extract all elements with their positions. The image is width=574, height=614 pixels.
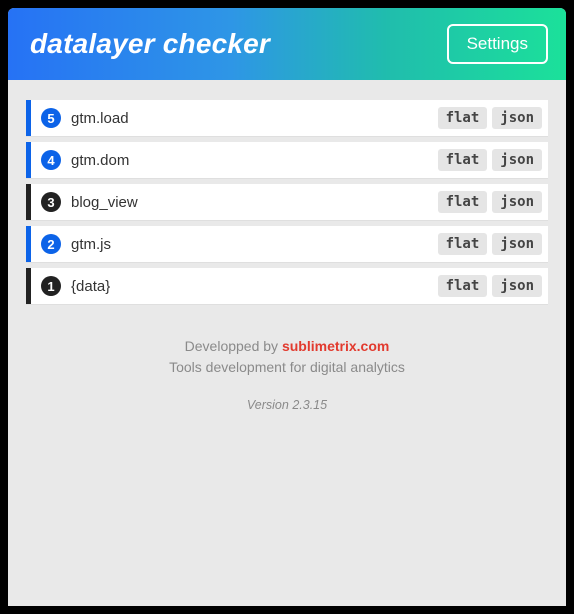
json-button[interactable]: json xyxy=(492,191,542,213)
dev-link[interactable]: sublimetrix.com xyxy=(282,338,389,354)
event-list: 5gtm.loadflatjson4gtm.domflatjson3blog_v… xyxy=(8,80,566,318)
footer: Developped by sublimetrix.com Tools deve… xyxy=(8,318,566,415)
header: datalayer checker Settings xyxy=(8,8,566,80)
flat-button[interactable]: flat xyxy=(438,149,488,171)
flat-button[interactable]: flat xyxy=(438,107,488,129)
json-button[interactable]: json xyxy=(492,275,542,297)
list-item[interactable]: 5 gtm.loadflatjson xyxy=(26,100,548,136)
list-item[interactable]: 2 gtm.jsflatjson xyxy=(26,226,548,262)
view-buttons: flatjson xyxy=(438,275,542,297)
view-buttons: flatjson xyxy=(438,107,542,129)
json-button[interactable]: json xyxy=(492,233,542,255)
index-badge: 5 xyxy=(41,108,61,128)
settings-button[interactable]: Settings xyxy=(447,24,548,64)
event-name: gtm.dom xyxy=(71,152,438,169)
index-badge: 3 xyxy=(41,192,61,212)
event-name: gtm.js xyxy=(71,236,438,253)
app-window: datalayer checker Settings 5gtm.loadflat… xyxy=(8,8,566,606)
view-buttons: flatjson xyxy=(438,149,542,171)
view-buttons: flatjson xyxy=(438,191,542,213)
json-button[interactable]: json xyxy=(492,149,542,171)
event-name: blog_view xyxy=(71,194,438,211)
flat-button[interactable]: flat xyxy=(438,191,488,213)
event-name: {data} xyxy=(71,278,438,295)
developed-by-line: Developped by sublimetrix.com xyxy=(28,336,546,357)
view-buttons: flatjson xyxy=(438,233,542,255)
event-name: gtm.load xyxy=(71,110,438,127)
flat-button[interactable]: flat xyxy=(438,275,488,297)
index-badge: 1 xyxy=(41,276,61,296)
flat-button[interactable]: flat xyxy=(438,233,488,255)
index-badge: 2 xyxy=(41,234,61,254)
version-label: Version 2.3.15 xyxy=(28,396,546,415)
list-item[interactable]: 4 gtm.domflatjson xyxy=(26,142,548,178)
tagline: Tools development for digital analytics xyxy=(28,357,546,378)
index-badge: 4 xyxy=(41,150,61,170)
list-item[interactable]: 1 {data}flatjson xyxy=(26,268,548,304)
dev-prefix: Developped by xyxy=(185,338,282,354)
app-title: datalayer checker xyxy=(30,28,270,60)
json-button[interactable]: json xyxy=(492,107,542,129)
list-item[interactable]: 3 blog_viewflatjson xyxy=(26,184,548,220)
